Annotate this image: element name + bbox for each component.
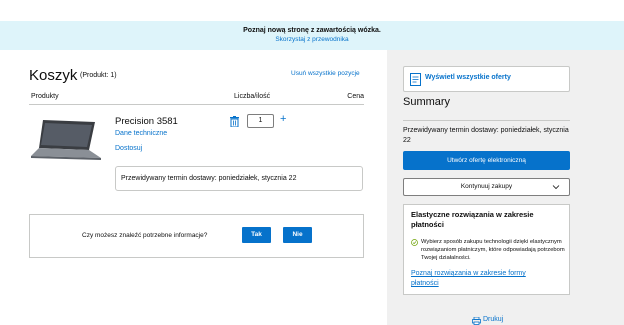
summary-delivery: Przewidywany termin dostawy: poniedziałe… [403,127,569,144]
column-quantity: Liczba/ilość [234,93,271,100]
divider [403,120,570,121]
plus-icon[interactable]: + [280,113,286,125]
create-offer-button[interactable]: Utwórz ofertę elektroniczną [403,151,570,170]
remove-all-link[interactable]: Usuń wszystkie pozycje [291,70,360,77]
tech-specs-link[interactable]: Dane techniczne [115,130,167,137]
print-link[interactable]: Drukuj [483,316,503,323]
customize-link[interactable]: Dostosuj [115,145,142,152]
financing-text: Wybierz sposób zakupu technologii dzięki… [421,239,565,261]
view-offers-button[interactable]: Wyświetl wszystkie oferty [403,66,570,92]
continue-shopping-label: Kontynuuj zakupy [460,183,513,190]
chevron-down-icon [552,185,560,190]
feedback-question: Czy możesz znaleźć potrzebne informacje? [82,232,208,239]
continue-shopping-button[interactable]: Kontynuuj zakupy [403,178,570,196]
delivery-estimate: Przewidywany termin dostawy: poniedziałe… [115,166,363,191]
quantity-input[interactable]: 1 [247,114,274,128]
laptop-image [31,120,101,160]
summary-title: Summary [403,96,451,108]
feedback-box: Czy możesz znaleźć potrzebne informacje?… [29,214,364,258]
trash-icon[interactable] [230,116,239,127]
banner-title: Poznaj nową stronę z zawartością wózka. [243,27,381,34]
document-icon [410,73,421,86]
check-icon [411,239,418,246]
financing-title: Elastyczne rozwiązania w zakresie płatno… [411,210,534,229]
column-products: Produkty [31,93,59,100]
column-price: Cena [347,93,364,100]
yes-button[interactable]: Tak [242,227,271,243]
table-header: Produkty Liczba/ilość Cena [29,92,364,105]
info-banner: Poznaj nową stronę z zawartością wózka. … [0,21,624,50]
cart-count: (Produkt: 1) [80,72,117,79]
guide-link[interactable]: Skorzystaj z przewodnika [0,36,624,43]
summary-panel: Wyświetl wszystkie oferty Summary Przewi… [387,50,624,325]
print-icon[interactable] [472,317,481,325]
financing-link[interactable]: Poznaj rozwiązania w zakresie formy płat… [411,269,551,289]
no-button[interactable]: Nie [283,227,312,243]
financing-box: Elastyczne rozwiązania w zakresie płatno… [403,204,570,295]
page-title: Koszyk [29,67,78,84]
view-offers-label: Wyświetl wszystkie oferty [425,74,511,81]
product-name[interactable]: Precision 3581 [115,116,178,127]
